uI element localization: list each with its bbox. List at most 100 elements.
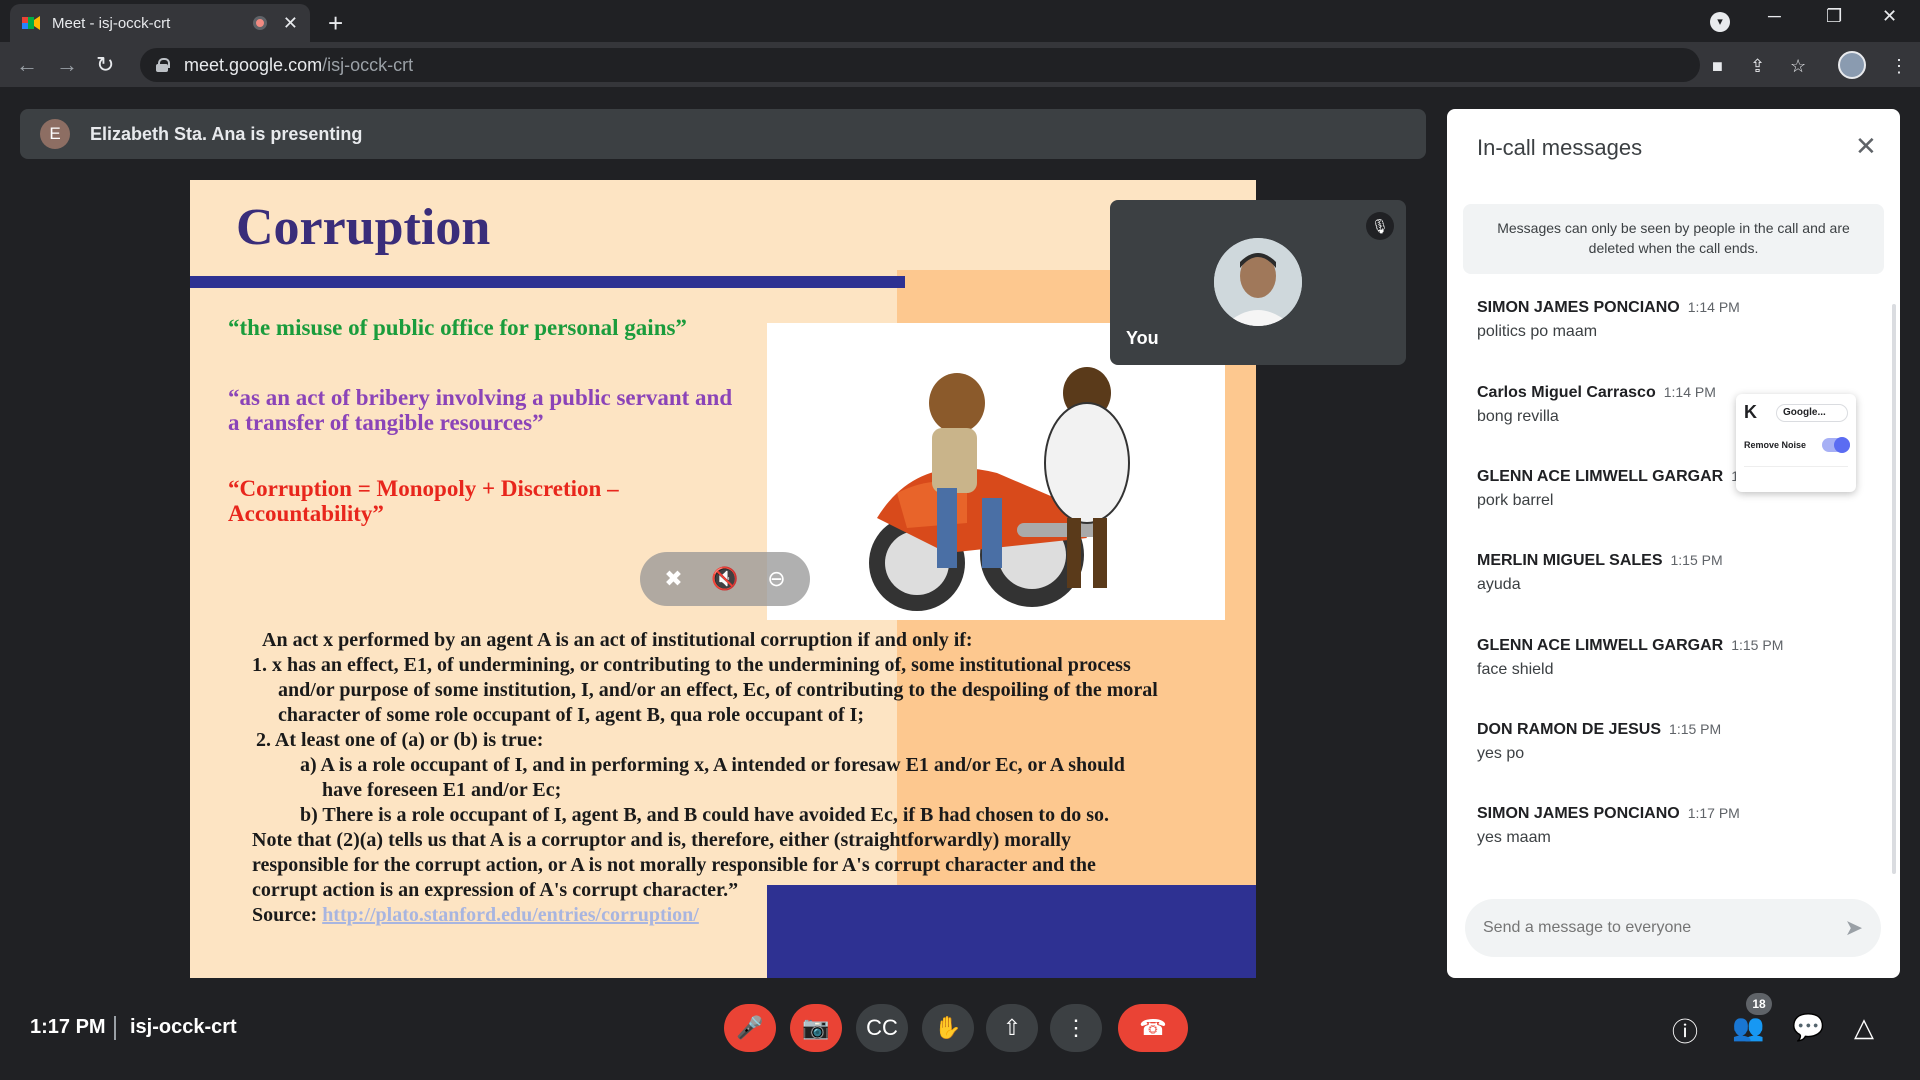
- new-tab-button[interactable]: +: [328, 8, 343, 39]
- reload-icon[interactable]: ↻: [96, 52, 114, 78]
- slide-title-rule: [190, 276, 905, 288]
- message-text: face shield: [1477, 661, 1554, 678]
- menu-icon[interactable]: ⋮: [1890, 56, 1908, 77]
- close-panel-icon[interactable]: ✕: [1855, 131, 1877, 162]
- presenter-text: Elizabeth Sta. Ana is presenting: [90, 123, 363, 144]
- slide-body-line: responsible for the corrupt action, or A…: [252, 854, 1096, 876]
- chat-message: SIMON JAMES PONCIANO 1:14 PM politics po …: [1477, 299, 1877, 341]
- message-text: pork barrel: [1477, 492, 1554, 509]
- message-time: 1:15 PM: [1670, 552, 1723, 568]
- chat-message: MERLIN MIGUEL SALES 1:15 PM ayuda: [1477, 552, 1877, 594]
- back-icon[interactable]: ←: [16, 52, 38, 78]
- profile-avatar[interactable]: [1838, 51, 1866, 79]
- self-video-tile[interactable]: You 🎙: [1110, 200, 1406, 365]
- meeting-time: 1:17 PM: [30, 1016, 106, 1038]
- message-time: 1:15 PM: [1669, 721, 1722, 737]
- message-sender: GLENN ACE LIMWELL GARGAR: [1477, 637, 1724, 654]
- camera-icon[interactable]: ■: [1712, 56, 1723, 77]
- mute-presentation-icon[interactable]: 🔇: [711, 566, 738, 592]
- self-tile-label: You: [1126, 328, 1159, 348]
- presentation-slide: Corruption “the misuse of public office …: [190, 180, 1256, 978]
- captions-button[interactable]: CC: [856, 1004, 908, 1052]
- restore-icon[interactable]: ❐: [1826, 6, 1842, 27]
- people-icon[interactable]: 👥: [1732, 1012, 1764, 1043]
- lock-icon[interactable]: [156, 58, 170, 72]
- message-sender: SIMON JAMES PONCIANO: [1477, 805, 1680, 822]
- meet-favicon-icon: [22, 15, 40, 31]
- message-text: yes maam: [1477, 829, 1551, 846]
- more-options-button[interactable]: ⋮: [1050, 1004, 1102, 1052]
- slide-body-line: Note that (2)(a) tells us that A is a co…: [252, 829, 1071, 851]
- krisp-popup: K Google... Remove Noise: [1736, 394, 1856, 492]
- message-text: ayuda: [1477, 576, 1521, 593]
- address-bar[interactable]: meet.google.com/isj-occk-crt: [140, 48, 1700, 82]
- message-text: politics po maam: [1477, 323, 1598, 340]
- presenter-avatar: E: [40, 119, 70, 149]
- chat-message: SIMON JAMES PONCIANO 1:17 PM yes maam: [1477, 805, 1877, 847]
- star-icon[interactable]: ☆: [1790, 56, 1806, 77]
- slide-body-line: a) A is a role occupant of I, and in per…: [300, 754, 1125, 776]
- message-sender: GLENN ACE LIMWELL GARGAR: [1477, 468, 1724, 485]
- divider: [114, 1016, 116, 1040]
- message-sender: SIMON JAMES PONCIANO: [1477, 299, 1680, 316]
- share-icon[interactable]: ⇪: [1750, 56, 1765, 77]
- unpin-icon[interactable]: ✖: [664, 566, 682, 592]
- slide-body-line: 2. At least one of (a) or (b) is true:: [256, 729, 544, 751]
- mic-off-icon: 🎙: [1366, 212, 1394, 240]
- in-call-messages-panel: In-call messages ✕ Messages can only be …: [1447, 109, 1900, 978]
- source-label: Source:: [252, 904, 323, 926]
- self-avatar: [1214, 238, 1302, 326]
- slide-title: Corruption: [236, 199, 491, 256]
- chat-message: GLENN ACE LIMWELL GARGAR 1:15 PM face shi…: [1477, 637, 1877, 679]
- remove-noise-label: Remove Noise: [1744, 440, 1807, 450]
- send-icon[interactable]: ➤: [1845, 915, 1863, 941]
- chat-message: DON RAMON DE JESUS 1:15 PM yes po: [1477, 721, 1877, 763]
- slide-body-line: have foreseen E1 and/or Ec;: [322, 779, 562, 801]
- slide-body-line: An act x performed by an agent A is an a…: [262, 629, 973, 651]
- slide-body-line: 1. x has an effect, E1, of undermining, …: [252, 654, 1131, 676]
- meeting-details-icon[interactable]: ⓘ: [1672, 1012, 1698, 1049]
- message-sender: DON RAMON DE JESUS: [1477, 721, 1662, 738]
- message-sender: Carlos Miguel Carrasco: [1477, 384, 1656, 401]
- slide-body: An act x performed by an agent A is an a…: [252, 628, 1212, 928]
- remove-icon[interactable]: ⊖: [767, 566, 785, 592]
- message-sender: MERLIN MIGUEL SALES: [1477, 552, 1663, 569]
- present-now-button[interactable]: ⇧: [986, 1004, 1038, 1052]
- presenter-bar: E Elizabeth Sta. Ana is presenting: [20, 109, 1426, 159]
- recording-indicator-icon: [252, 16, 267, 30]
- panel-title: In-call messages: [1477, 135, 1643, 160]
- slide-quote-1: “the misuse of public office for persona…: [228, 315, 687, 340]
- window-close-icon[interactable]: ✕: [1882, 6, 1897, 27]
- message-input[interactable]: [1483, 919, 1845, 937]
- url-host: meet.google.com: [184, 54, 323, 75]
- remove-noise-toggle[interactable]: [1822, 437, 1850, 453]
- raise-hand-button[interactable]: ✋: [922, 1004, 974, 1052]
- slide-quote-3: “Corruption = Monopoly + Discretion – Ac…: [228, 476, 619, 526]
- presentation-controls: ✖ 🔇 ⊖: [640, 552, 810, 606]
- source-link[interactable]: http://plato.stanford.edu/entries/corrup…: [322, 904, 699, 926]
- slide-body-line: corrupt action is an expression of A's c…: [252, 879, 739, 901]
- close-tab-icon[interactable]: ✕: [283, 13, 298, 34]
- activities-icon[interactable]: △: [1854, 1012, 1874, 1043]
- url-path: /isj-occk-crt: [322, 54, 414, 75]
- slide-quote-2: “as an act of bribery involving a public…: [228, 385, 733, 435]
- leave-call-button[interactable]: ☎: [1118, 1004, 1188, 1052]
- browser-tab-strip: Meet - isj-occk-crt ✕ + ▾ ─ ❐ ✕: [0, 0, 1920, 42]
- krisp-mic-level: [1744, 466, 1848, 486]
- messages-notice: Messages can only be seen by people in t…: [1463, 204, 1884, 274]
- tab-search-icon[interactable]: ▾: [1710, 12, 1730, 32]
- meeting-code: isj-occk-crt: [130, 1016, 237, 1038]
- camera-toggle-button[interactable]: 📷: [790, 1004, 842, 1052]
- slide-source: Source: http://plato.stanford.edu/entrie…: [252, 903, 1212, 928]
- messages-scrollbar[interactable]: [1892, 304, 1896, 874]
- message-composer[interactable]: ➤: [1465, 899, 1881, 957]
- forward-icon[interactable]: →: [56, 52, 78, 78]
- message-time: 1:14 PM: [1687, 299, 1740, 315]
- browser-toolbar: ← → ↻ meet.google.com/isj-occk-crt ■ ⇪ ☆…: [0, 42, 1920, 88]
- slide-body-line: b) There is a role occupant of I, agent …: [300, 804, 1109, 826]
- browser-tab[interactable]: Meet - isj-occk-crt ✕: [10, 4, 310, 42]
- minimize-icon[interactable]: ─: [1768, 6, 1781, 27]
- chat-icon[interactable]: 💬: [1792, 1012, 1824, 1043]
- slide-body-line: character of some role occupant of I, ag…: [278, 704, 865, 726]
- microphone-toggle-button[interactable]: 🎤: [724, 1004, 776, 1052]
